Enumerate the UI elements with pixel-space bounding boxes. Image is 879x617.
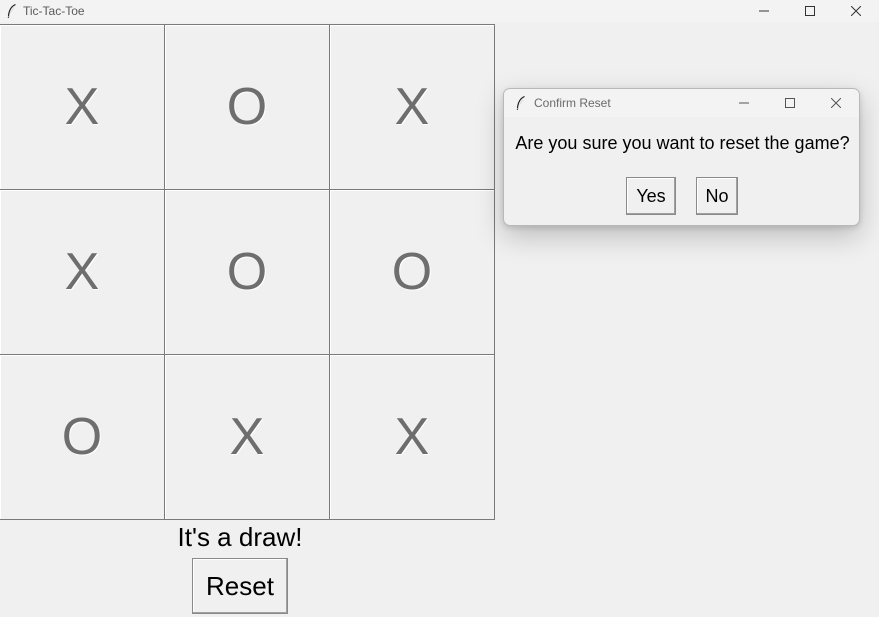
dialog-minimize-button[interactable]	[721, 89, 767, 117]
board-cell[interactable]: X	[329, 354, 495, 520]
board-cell[interactable]: O	[329, 189, 495, 355]
feather-icon	[514, 96, 528, 110]
maximize-icon	[805, 6, 815, 16]
yes-button[interactable]: Yes	[626, 177, 676, 215]
close-icon	[831, 98, 841, 108]
no-button[interactable]: No	[696, 177, 738, 215]
window-controls	[741, 0, 879, 22]
reset-button[interactable]: Reset	[192, 558, 288, 614]
confirm-reset-dialog: Confirm Reset Are you sure you want to r…	[503, 88, 860, 226]
close-button[interactable]	[833, 0, 879, 22]
minimize-icon	[759, 10, 769, 12]
dialog-title: Confirm Reset	[534, 96, 611, 110]
minimize-icon	[739, 102, 749, 104]
board-cell[interactable]: X	[329, 24, 495, 190]
board-cell[interactable]: X	[0, 24, 165, 190]
board-cell[interactable]: X	[0, 189, 165, 355]
board-cell[interactable]: O	[164, 24, 330, 190]
board-cell[interactable]: O	[0, 354, 165, 520]
minimize-button[interactable]	[741, 0, 787, 22]
board-cell[interactable]: O	[164, 189, 330, 355]
dialog-title-bar[interactable]: Confirm Reset	[504, 89, 859, 117]
dialog-window-controls	[721, 89, 859, 117]
feather-icon	[5, 4, 19, 18]
board-cell[interactable]: X	[164, 354, 330, 520]
app-window: Tic-Tac-Toe X O X X O O O X X It's a dra…	[0, 0, 879, 617]
window-title: Tic-Tac-Toe	[23, 4, 85, 18]
title-bar[interactable]: Tic-Tac-Toe	[0, 0, 879, 22]
maximize-button[interactable]	[787, 0, 833, 22]
game-status: It's a draw!	[177, 522, 303, 552]
close-icon	[851, 6, 861, 16]
maximize-icon	[785, 98, 795, 108]
game-board: X O X X O O O X X	[0, 24, 495, 521]
dialog-maximize-button[interactable]	[767, 89, 813, 117]
dialog-close-button[interactable]	[813, 89, 859, 117]
dialog-message: Are you sure you want to reset the game?	[515, 133, 850, 153]
